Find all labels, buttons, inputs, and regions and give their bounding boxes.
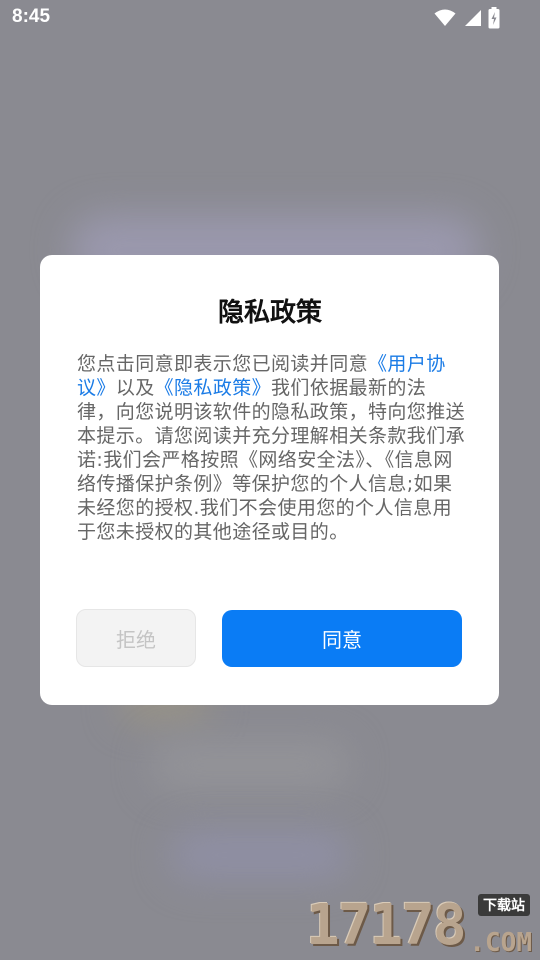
status-bar: 8:45 [0,0,540,36]
watermark-logo: 17178 下载站 .COM [306,893,534,960]
battery-charging-icon [488,7,500,29]
wifi-icon [434,9,456,27]
watermark-suffix: .COM [469,928,532,958]
watermark-tag: 下载站 [478,894,530,916]
signal-icon [462,9,482,27]
body-text: 您点击同意即表示您已阅读并同意 [77,353,369,375]
dialog-title: 隐私政策 [217,298,322,328]
reject-button[interactable]: 拒绝 [76,609,196,667]
status-time: 8:45 [12,6,51,27]
screen: 8:45 隐私政策 您点击同意即表示您已阅读并同意《用户协议》以及《隐私政策》我… [0,0,540,960]
background-blur [170,830,350,880]
status-icons [434,7,500,29]
background-blur [150,740,350,790]
privacy-policy-link[interactable]: 《隐私政策》 [155,377,271,399]
dialog-body: 您点击同意即表示您已阅读并同意《用户协议》以及《隐私政策》我们依据最新的法律，向… [77,352,465,544]
body-text: 以及 [115,377,155,399]
agree-button[interactable]: 同意 [222,610,462,667]
watermark-digits: 17178 [306,893,467,958]
body-text: 我们依据最新的法律，向您说明该软件的隐私政策，特向您推送本提示。请您阅读并充分理… [77,377,466,543]
